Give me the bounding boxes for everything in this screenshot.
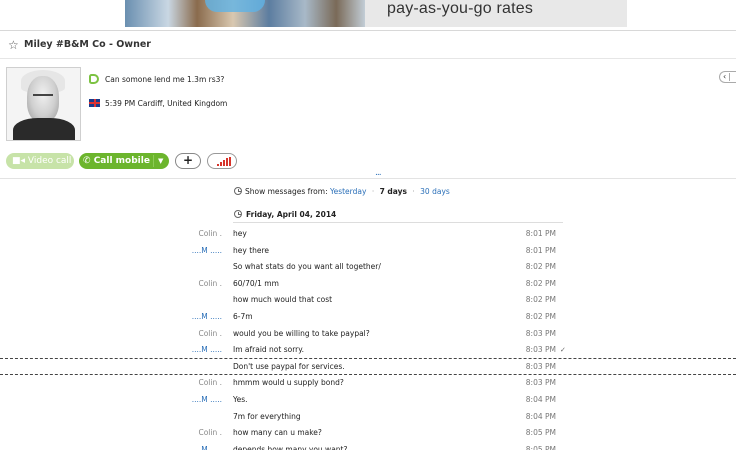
message-time: 8:01 PM: [525, 245, 556, 255]
mood-bubble-icon: [89, 74, 99, 84]
selection-bottom-border: [0, 374, 736, 375]
message-text: 7m for everything: [233, 411, 301, 421]
message-time: 8:03 PM: [525, 328, 556, 338]
message-row[interactable]: So what stats do you want all together/8…: [0, 259, 736, 275]
clock-icon: [234, 187, 242, 195]
message-time: 8:01 PM: [525, 229, 556, 238]
message-row[interactable]: Colin . how many can u make? 8:05 PM: [0, 425, 736, 441]
skype-chat-window: pay-as-you-go rates ☆ Miley #B&M Co - Ow…: [0, 0, 736, 450]
chevron-left-icon: ‹: [723, 72, 727, 81]
message-sender[interactable]: Colin .: [150, 326, 222, 342]
clock-icon: [234, 210, 242, 218]
filter-30-days[interactable]: 30 days: [420, 187, 450, 196]
message-row[interactable]: ....M ..... hey there 8:01 PM: [0, 243, 736, 259]
message-time: 8:04 PM: [525, 395, 556, 404]
filter-yesterday[interactable]: Yesterday: [330, 187, 366, 196]
history-filter-label: Show messages from:: [245, 187, 328, 196]
message-text: So what stats do you want all together/: [233, 262, 381, 272]
history-filter: Show messages from: Yesterday · 7 days ·…: [245, 187, 450, 196]
message-time: 8:03 PM: [525, 378, 556, 388]
top-divider: [0, 30, 736, 31]
message-time: 8:03 PM: [525, 361, 556, 371]
message-row[interactable]: 7m for everything 8:04 PM: [0, 409, 736, 425]
message-sender[interactable]: Colin .: [150, 276, 222, 292]
video-call-button[interactable]: ■◂ Video call: [6, 153, 74, 169]
message-sender[interactable]: Colin .: [150, 375, 222, 391]
contact-title: Miley #B&M Co - Owner: [24, 39, 151, 50]
message-row[interactable]: Don't use paypal for services. 8:03 PM: [0, 359, 736, 375]
button-separator: [153, 155, 154, 167]
message-sender[interactable]: Colin .: [150, 226, 222, 242]
contact-location: 5:39 PM Cardiff, United Kingdom: [105, 99, 228, 108]
mood-message: Can somone lend me 1.3m rs3?: [105, 75, 225, 84]
message-sender[interactable]: Colin .: [150, 425, 222, 441]
message-row[interactable]: Colin . hmmm would u supply bond? 8:03 PM: [0, 375, 736, 391]
message-row[interactable]: how much would that cost 8:02 PM: [0, 292, 736, 308]
message-time: 8:04 PM: [525, 411, 556, 421]
avatar-body: [13, 118, 75, 140]
date-divider: [233, 222, 563, 223]
message-row[interactable]: ....M ..... Yes. 8:04 PM: [0, 392, 736, 408]
selection-top-border: [0, 358, 736, 359]
message-time: 8:02 PM: [525, 278, 556, 288]
message-row[interactable]: Colin . 60/70/1 mm 8:02 PM: [0, 276, 736, 292]
avatar-face: [27, 76, 59, 122]
message-time: 8:02 PM: [525, 295, 556, 305]
add-button[interactable]: +: [175, 153, 201, 169]
message-row[interactable]: Colin . hey 8:01 PM: [0, 226, 736, 242]
message-text: 6-7m: [233, 312, 253, 321]
ad-banner[interactable]: pay-as-you-go rates: [125, 0, 627, 27]
call-mobile-button[interactable]: ✆ Call mobile ▼: [79, 153, 169, 169]
edit-icon[interactable]: ✓: [560, 342, 566, 358]
message-row[interactable]: ....M ..... depends how many you want? 8:0…: [0, 442, 736, 450]
message-text: Im afraid not sorry.: [233, 345, 304, 355]
message-time: 8:03 PM: [525, 345, 556, 355]
uk-flag-icon: [89, 99, 100, 107]
expand-profile-handle[interactable]: ...: [375, 168, 382, 178]
avatar[interactable]: [6, 67, 81, 141]
call-mobile-label: Call mobile: [93, 156, 150, 166]
message-text: depends how many you want?: [233, 444, 348, 450]
message-text: would you be willing to take paypal?: [233, 328, 370, 338]
phone-icon: ✆: [83, 156, 94, 166]
message-time: 8:05 PM: [525, 444, 556, 450]
message-sender[interactable]: ....M .....: [150, 442, 222, 450]
message-text: hey there: [233, 245, 270, 255]
message-time: 8:05 PM: [525, 428, 556, 438]
message-row[interactable]: ....M ..... Im afraid not sorry. 8:03 PM ✓: [0, 342, 736, 358]
message-row[interactable]: ....M ..... 6-7m 8:02 PM: [0, 309, 736, 325]
message-text: Yes.: [233, 395, 248, 404]
collapse-panel-button[interactable]: ‹: [719, 71, 736, 83]
message-text: Don't use paypal for services.: [233, 361, 345, 371]
avatar-eyes: [33, 94, 53, 98]
message-text: hey: [233, 229, 247, 238]
filter-7-days[interactable]: 7 days: [380, 187, 407, 196]
message-text: how much would that cost: [233, 295, 333, 305]
message-sender[interactable]: ....M .....: [150, 392, 222, 408]
message-text: how many can u make?: [233, 428, 322, 438]
video-camera-icon: ■◂: [12, 156, 28, 166]
ad-text: pay-as-you-go rates: [387, 0, 534, 17]
video-call-label: Video call: [27, 156, 72, 166]
message-text: hmmm would u supply bond?: [233, 378, 344, 388]
message-text: 60/70/1 mm: [233, 278, 279, 288]
chevron-down-icon[interactable]: ▼: [158, 153, 163, 169]
message-row[interactable]: Colin . would you be willing to take payp…: [0, 326, 736, 342]
date-header: Friday, April 04, 2014: [246, 210, 337, 219]
message-sender[interactable]: ....M .....: [150, 309, 222, 325]
message-time: 8:02 PM: [525, 312, 556, 321]
signal-bars-icon: [217, 157, 231, 166]
star-outline-icon[interactable]: ☆: [8, 38, 19, 52]
ad-photo: [125, 0, 365, 27]
header-divider: [0, 58, 736, 59]
message-sender[interactable]: ....M .....: [150, 243, 222, 259]
message-sender[interactable]: ....M .....: [150, 342, 222, 358]
message-time: 8:02 PM: [525, 262, 556, 272]
call-quality-button[interactable]: [207, 153, 237, 169]
profile-divider: [0, 178, 736, 179]
